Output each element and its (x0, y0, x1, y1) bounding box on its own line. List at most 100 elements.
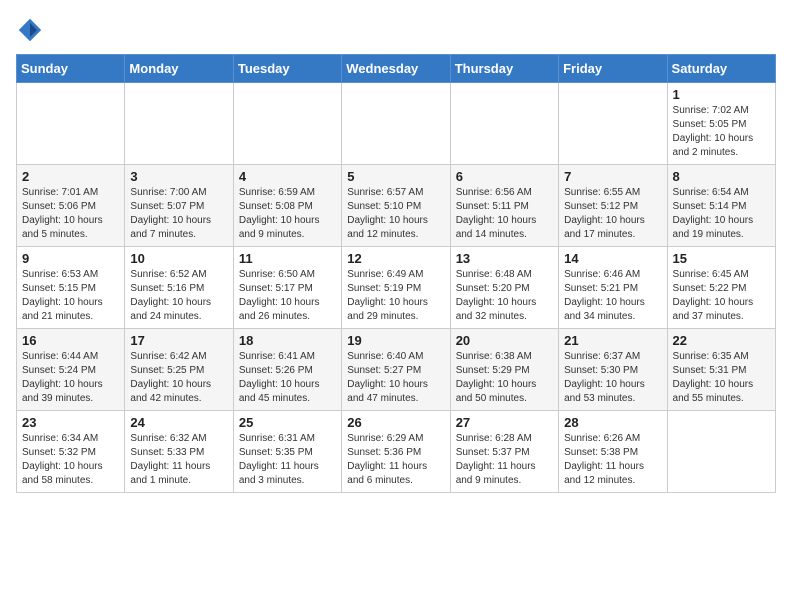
day-info: Sunrise: 6:42 AM Sunset: 5:25 PM Dayligh… (130, 350, 227, 406)
day-info: Sunrise: 6:57 AM Sunset: 5:10 PM Dayligh… (347, 186, 444, 242)
calendar-cell: 3 Sunrise: 7:00 AM Sunset: 5:07 PM Daylig… (125, 165, 233, 247)
calendar-cell: 18 Sunrise: 6:41 AM Sunset: 5:26 PM Dayli… (233, 329, 341, 411)
calendar-cell: 17 Sunrise: 6:42 AM Sunset: 5:25 PM Dayli… (125, 329, 233, 411)
logo-icon (16, 16, 44, 44)
calendar-cell: 10 Sunrise: 6:52 AM Sunset: 5:16 PM Dayli… (125, 247, 233, 329)
day-info: Sunrise: 6:35 AM Sunset: 5:31 PM Dayligh… (673, 350, 770, 406)
day-info: Sunrise: 7:00 AM Sunset: 5:07 PM Dayligh… (130, 186, 227, 242)
day-number: 6 (456, 169, 553, 184)
day-info: Sunrise: 6:40 AM Sunset: 5:27 PM Dayligh… (347, 350, 444, 406)
day-number: 23 (22, 415, 119, 430)
calendar-cell: 2Sunrise: 7:01 AM Sunset: 5:06 PM Daylig… (17, 165, 125, 247)
calendar-cell: 14 Sunrise: 6:46 AM Sunset: 5:21 PM Dayli… (559, 247, 667, 329)
day-info: Sunrise: 6:54 AM Sunset: 5:14 PM Dayligh… (673, 186, 770, 242)
calendar-header-monday: Monday (125, 55, 233, 83)
calendar-week-row: 2Sunrise: 7:01 AM Sunset: 5:06 PM Daylig… (17, 165, 776, 247)
calendar-cell (450, 83, 558, 165)
calendar-cell: 25 Sunrise: 6:31 AM Sunset: 5:35 PM Dayli… (233, 411, 341, 493)
calendar-cell: 24 Sunrise: 6:32 AM Sunset: 5:33 PM Dayli… (125, 411, 233, 493)
day-info: Sunrise: 6:56 AM Sunset: 5:11 PM Dayligh… (456, 186, 553, 242)
day-info: Sunrise: 6:55 AM Sunset: 5:12 PM Dayligh… (564, 186, 661, 242)
calendar-cell (17, 83, 125, 165)
day-info: Sunrise: 6:34 AM Sunset: 5:32 PM Dayligh… (22, 432, 119, 488)
logo (16, 16, 48, 44)
day-number: 10 (130, 251, 227, 266)
calendar-header-saturday: Saturday (667, 55, 775, 83)
day-number: 15 (673, 251, 770, 266)
day-info: Sunrise: 6:32 AM Sunset: 5:33 PM Dayligh… (130, 432, 227, 488)
calendar-header-row: SundayMondayTuesdayWednesdayThursdayFrid… (17, 55, 776, 83)
calendar-cell: 28 Sunrise: 6:26 AM Sunset: 5:38 PM Dayli… (559, 411, 667, 493)
day-info: Sunrise: 6:45 AM Sunset: 5:22 PM Dayligh… (673, 268, 770, 324)
calendar-week-row: 9 Sunrise: 6:53 AM Sunset: 5:15 PM Daylig… (17, 247, 776, 329)
day-info: Sunrise: 6:59 AM Sunset: 5:08 PM Dayligh… (239, 186, 336, 242)
calendar-header-tuesday: Tuesday (233, 55, 341, 83)
day-number: 5 (347, 169, 444, 184)
calendar-cell: 21 Sunrise: 6:37 AM Sunset: 5:30 PM Dayli… (559, 329, 667, 411)
day-number: 27 (456, 415, 553, 430)
calendar-cell: 23 Sunrise: 6:34 AM Sunset: 5:32 PM Dayli… (17, 411, 125, 493)
calendar-cell (667, 411, 775, 493)
calendar-cell: 8 Sunrise: 6:54 AM Sunset: 5:14 PM Daylig… (667, 165, 775, 247)
day-number: 1 (673, 87, 770, 102)
day-info: Sunrise: 6:41 AM Sunset: 5:26 PM Dayligh… (239, 350, 336, 406)
calendar-cell: 4 Sunrise: 6:59 AM Sunset: 5:08 PM Daylig… (233, 165, 341, 247)
calendar-header-friday: Friday (559, 55, 667, 83)
day-number: 14 (564, 251, 661, 266)
day-info: Sunrise: 6:38 AM Sunset: 5:29 PM Dayligh… (456, 350, 553, 406)
day-number: 7 (564, 169, 661, 184)
calendar-week-row: 16 Sunrise: 6:44 AM Sunset: 5:24 PM Dayli… (17, 329, 776, 411)
day-info: Sunrise: 6:31 AM Sunset: 5:35 PM Dayligh… (239, 432, 336, 488)
calendar: SundayMondayTuesdayWednesdayThursdayFrid… (16, 54, 776, 493)
day-number: 28 (564, 415, 661, 430)
calendar-cell: 26 Sunrise: 6:29 AM Sunset: 5:36 PM Dayli… (342, 411, 450, 493)
calendar-cell (342, 83, 450, 165)
day-number: 22 (673, 333, 770, 348)
day-info: Sunrise: 6:26 AM Sunset: 5:38 PM Dayligh… (564, 432, 661, 488)
calendar-cell: 9 Sunrise: 6:53 AM Sunset: 5:15 PM Daylig… (17, 247, 125, 329)
day-number: 2 (22, 169, 119, 184)
day-info: Sunrise: 6:29 AM Sunset: 5:36 PM Dayligh… (347, 432, 444, 488)
calendar-cell: 13 Sunrise: 6:48 AM Sunset: 5:20 PM Dayli… (450, 247, 558, 329)
page-header (16, 16, 776, 44)
day-info: Sunrise: 6:37 AM Sunset: 5:30 PM Dayligh… (564, 350, 661, 406)
calendar-cell (125, 83, 233, 165)
day-number: 11 (239, 251, 336, 266)
day-number: 9 (22, 251, 119, 266)
calendar-cell: 16 Sunrise: 6:44 AM Sunset: 5:24 PM Dayli… (17, 329, 125, 411)
day-info: Sunrise: 6:48 AM Sunset: 5:20 PM Dayligh… (456, 268, 553, 324)
day-number: 25 (239, 415, 336, 430)
day-info: Sunrise: 6:28 AM Sunset: 5:37 PM Dayligh… (456, 432, 553, 488)
day-number: 4 (239, 169, 336, 184)
calendar-cell (233, 83, 341, 165)
day-number: 13 (456, 251, 553, 266)
calendar-cell: 6 Sunrise: 6:56 AM Sunset: 5:11 PM Daylig… (450, 165, 558, 247)
day-info: Sunrise: 7:02 AM Sunset: 5:05 PM Dayligh… (673, 104, 770, 160)
calendar-cell: 20 Sunrise: 6:38 AM Sunset: 5:29 PM Dayli… (450, 329, 558, 411)
day-info: Sunrise: 6:53 AM Sunset: 5:15 PM Dayligh… (22, 268, 119, 324)
day-number: 3 (130, 169, 227, 184)
day-info: Sunrise: 6:50 AM Sunset: 5:17 PM Dayligh… (239, 268, 336, 324)
day-number: 19 (347, 333, 444, 348)
calendar-cell: 27 Sunrise: 6:28 AM Sunset: 5:37 PM Dayli… (450, 411, 558, 493)
calendar-cell: 22 Sunrise: 6:35 AM Sunset: 5:31 PM Dayli… (667, 329, 775, 411)
day-number: 8 (673, 169, 770, 184)
day-number: 26 (347, 415, 444, 430)
calendar-cell: 11 Sunrise: 6:50 AM Sunset: 5:17 PM Dayli… (233, 247, 341, 329)
calendar-cell: 5 Sunrise: 6:57 AM Sunset: 5:10 PM Daylig… (342, 165, 450, 247)
day-info: Sunrise: 6:52 AM Sunset: 5:16 PM Dayligh… (130, 268, 227, 324)
day-number: 24 (130, 415, 227, 430)
calendar-cell: 7 Sunrise: 6:55 AM Sunset: 5:12 PM Daylig… (559, 165, 667, 247)
day-number: 21 (564, 333, 661, 348)
day-info: Sunrise: 6:44 AM Sunset: 5:24 PM Dayligh… (22, 350, 119, 406)
day-number: 18 (239, 333, 336, 348)
calendar-cell: 19 Sunrise: 6:40 AM Sunset: 5:27 PM Dayli… (342, 329, 450, 411)
day-info: Sunrise: 6:46 AM Sunset: 5:21 PM Dayligh… (564, 268, 661, 324)
day-number: 20 (456, 333, 553, 348)
day-number: 17 (130, 333, 227, 348)
day-number: 16 (22, 333, 119, 348)
day-number: 12 (347, 251, 444, 266)
calendar-header-sunday: Sunday (17, 55, 125, 83)
calendar-cell (559, 83, 667, 165)
calendar-week-row: 1 Sunrise: 7:02 AM Sunset: 5:05 PM Daylig… (17, 83, 776, 165)
